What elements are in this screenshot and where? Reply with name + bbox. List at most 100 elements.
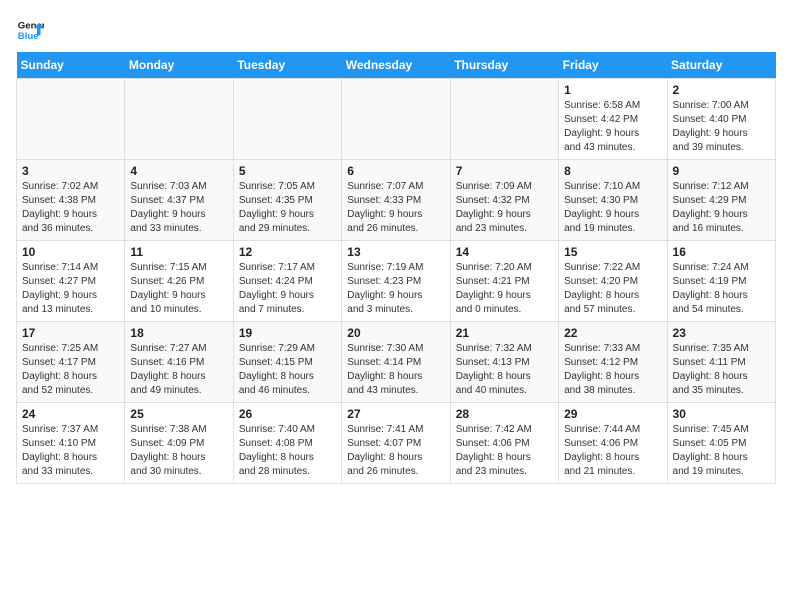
day-number: 4 [130,164,227,178]
day-number: 11 [130,245,227,259]
calendar-cell: 29 Sunrise: 7:44 AM Sunset: 4:06 PM Dayli… [559,403,667,484]
day-info: Sunrise: 7:45 AM Sunset: 4:05 PM Dayligh… [673,423,770,479]
header-friday: Friday [559,52,667,79]
day-info: Sunrise: 7:38 AM Sunset: 4:09 PM Dayligh… [130,423,227,479]
day-info: Sunrise: 7:32 AM Sunset: 4:13 PM Dayligh… [456,342,553,398]
day-number: 14 [456,245,553,259]
calendar-cell [450,79,558,160]
calendar-week-row: 24 Sunrise: 7:37 AM Sunset: 4:10 PM Dayli… [17,403,776,484]
calendar-cell: 17 Sunrise: 7:25 AM Sunset: 4:17 PM Dayli… [17,322,125,403]
header-thursday: Thursday [450,52,558,79]
calendar-header-row: SundayMondayTuesdayWednesdayThursdayFrid… [17,52,776,79]
day-number: 22 [564,326,661,340]
day-number: 21 [456,326,553,340]
calendar-cell: 13 Sunrise: 7:19 AM Sunset: 4:23 PM Dayli… [342,241,450,322]
day-info: Sunrise: 7:29 AM Sunset: 4:15 PM Dayligh… [239,342,336,398]
day-info: Sunrise: 7:33 AM Sunset: 4:12 PM Dayligh… [564,342,661,398]
calendar-cell: 4 Sunrise: 7:03 AM Sunset: 4:37 PM Daylig… [125,160,233,241]
day-number: 8 [564,164,661,178]
day-number: 13 [347,245,444,259]
calendar-cell: 28 Sunrise: 7:42 AM Sunset: 4:06 PM Dayli… [450,403,558,484]
day-number: 6 [347,164,444,178]
calendar-cell: 9 Sunrise: 7:12 AM Sunset: 4:29 PM Daylig… [667,160,775,241]
calendar-cell: 16Sunrise: 7:24 AM Sunset: 4:19 PM Dayli… [667,241,775,322]
calendar-cell: 1 Sunrise: 6:58 AM Sunset: 4:42 PM Daylig… [559,79,667,160]
day-number: 3 [22,164,119,178]
day-info: Sunrise: 7:12 AM Sunset: 4:29 PM Dayligh… [673,180,770,236]
day-number: 30 [673,407,770,421]
day-info: Sunrise: 7:03 AM Sunset: 4:37 PM Dayligh… [130,180,227,236]
day-info: Sunrise: 7:22 AM Sunset: 4:20 PM Dayligh… [564,261,661,317]
calendar-cell [233,79,341,160]
calendar-cell: 10Sunrise: 7:14 AM Sunset: 4:27 PM Dayli… [17,241,125,322]
calendar-cell: 26Sunrise: 7:40 AM Sunset: 4:08 PM Dayli… [233,403,341,484]
header: General Blue [16,16,776,44]
calendar-cell: 3 Sunrise: 7:02 AM Sunset: 4:38 PM Daylig… [17,160,125,241]
calendar-cell: 7 Sunrise: 7:09 AM Sunset: 4:32 PM Daylig… [450,160,558,241]
day-number: 18 [130,326,227,340]
day-info: Sunrise: 7:20 AM Sunset: 4:21 PM Dayligh… [456,261,553,317]
day-number: 7 [456,164,553,178]
svg-text:Blue: Blue [18,31,39,42]
header-sunday: Sunday [17,52,125,79]
calendar-cell: 27 Sunrise: 7:41 AM Sunset: 4:07 PM Dayli… [342,403,450,484]
calendar-cell: 21 Sunrise: 7:32 AM Sunset: 4:13 PM Dayli… [450,322,558,403]
calendar-cell: 5Sunrise: 7:05 AM Sunset: 4:35 PM Daylig… [233,160,341,241]
day-info: Sunrise: 7:25 AM Sunset: 4:17 PM Dayligh… [22,342,119,398]
calendar-cell: 30 Sunrise: 7:45 AM Sunset: 4:05 PM Dayli… [667,403,775,484]
day-info: Sunrise: 6:58 AM Sunset: 4:42 PM Dayligh… [564,99,661,155]
day-number: 15 [564,245,661,259]
day-info: Sunrise: 7:41 AM Sunset: 4:07 PM Dayligh… [347,423,444,479]
day-info: Sunrise: 7:07 AM Sunset: 4:33 PM Dayligh… [347,180,444,236]
day-number: 10 [22,245,119,259]
day-number: 12 [239,245,336,259]
calendar-week-row: 10Sunrise: 7:14 AM Sunset: 4:27 PM Dayli… [17,241,776,322]
header-tuesday: Tuesday [233,52,341,79]
day-info: Sunrise: 7:09 AM Sunset: 4:32 PM Dayligh… [456,180,553,236]
day-info: Sunrise: 7:37 AM Sunset: 4:10 PM Dayligh… [22,423,119,479]
calendar-cell [342,79,450,160]
calendar-cell [125,79,233,160]
calendar-cell: 15 Sunrise: 7:22 AM Sunset: 4:20 PM Dayli… [559,241,667,322]
calendar-table: SundayMondayTuesdayWednesdayThursdayFrid… [16,52,776,484]
calendar-cell: 6 Sunrise: 7:07 AM Sunset: 4:33 PM Daylig… [342,160,450,241]
header-monday: Monday [125,52,233,79]
day-info: Sunrise: 7:17 AM Sunset: 4:24 PM Dayligh… [239,261,336,317]
day-info: Sunrise: 7:40 AM Sunset: 4:08 PM Dayligh… [239,423,336,479]
calendar-week-row: 3 Sunrise: 7:02 AM Sunset: 4:38 PM Daylig… [17,160,776,241]
day-number: 24 [22,407,119,421]
day-number: 5 [239,164,336,178]
day-info: Sunrise: 7:27 AM Sunset: 4:16 PM Dayligh… [130,342,227,398]
day-number: 27 [347,407,444,421]
day-number: 19 [239,326,336,340]
day-info: Sunrise: 7:42 AM Sunset: 4:06 PM Dayligh… [456,423,553,479]
calendar-cell: 8 Sunrise: 7:10 AM Sunset: 4:30 PM Daylig… [559,160,667,241]
calendar-week-row: 17 Sunrise: 7:25 AM Sunset: 4:17 PM Dayli… [17,322,776,403]
calendar-cell [17,79,125,160]
day-info: Sunrise: 7:00 AM Sunset: 4:40 PM Dayligh… [673,99,770,155]
logo-icon: General Blue [16,16,44,44]
day-number: 28 [456,407,553,421]
day-number: 9 [673,164,770,178]
day-number: 16 [673,245,770,259]
calendar-cell: 24 Sunrise: 7:37 AM Sunset: 4:10 PM Dayli… [17,403,125,484]
calendar-cell: 20 Sunrise: 7:30 AM Sunset: 4:14 PM Dayli… [342,322,450,403]
day-info: Sunrise: 7:19 AM Sunset: 4:23 PM Dayligh… [347,261,444,317]
day-info: Sunrise: 7:10 AM Sunset: 4:30 PM Dayligh… [564,180,661,236]
day-info: Sunrise: 7:30 AM Sunset: 4:14 PM Dayligh… [347,342,444,398]
calendar-cell: 19 Sunrise: 7:29 AM Sunset: 4:15 PM Dayli… [233,322,341,403]
calendar-week-row: 1 Sunrise: 6:58 AM Sunset: 4:42 PM Daylig… [17,79,776,160]
day-number: 23 [673,326,770,340]
day-info: Sunrise: 7:02 AM Sunset: 4:38 PM Dayligh… [22,180,119,236]
calendar-cell: 2Sunrise: 7:00 AM Sunset: 4:40 PM Daylig… [667,79,775,160]
calendar-cell: 14 Sunrise: 7:20 AM Sunset: 4:21 PM Dayli… [450,241,558,322]
day-info: Sunrise: 7:44 AM Sunset: 4:06 PM Dayligh… [564,423,661,479]
day-number: 1 [564,83,661,97]
day-number: 29 [564,407,661,421]
calendar-cell: 22 Sunrise: 7:33 AM Sunset: 4:12 PM Dayli… [559,322,667,403]
day-number: 17 [22,326,119,340]
header-saturday: Saturday [667,52,775,79]
logo: General Blue [16,16,48,44]
day-number: 20 [347,326,444,340]
calendar-cell: 12 Sunrise: 7:17 AM Sunset: 4:24 PM Dayli… [233,241,341,322]
